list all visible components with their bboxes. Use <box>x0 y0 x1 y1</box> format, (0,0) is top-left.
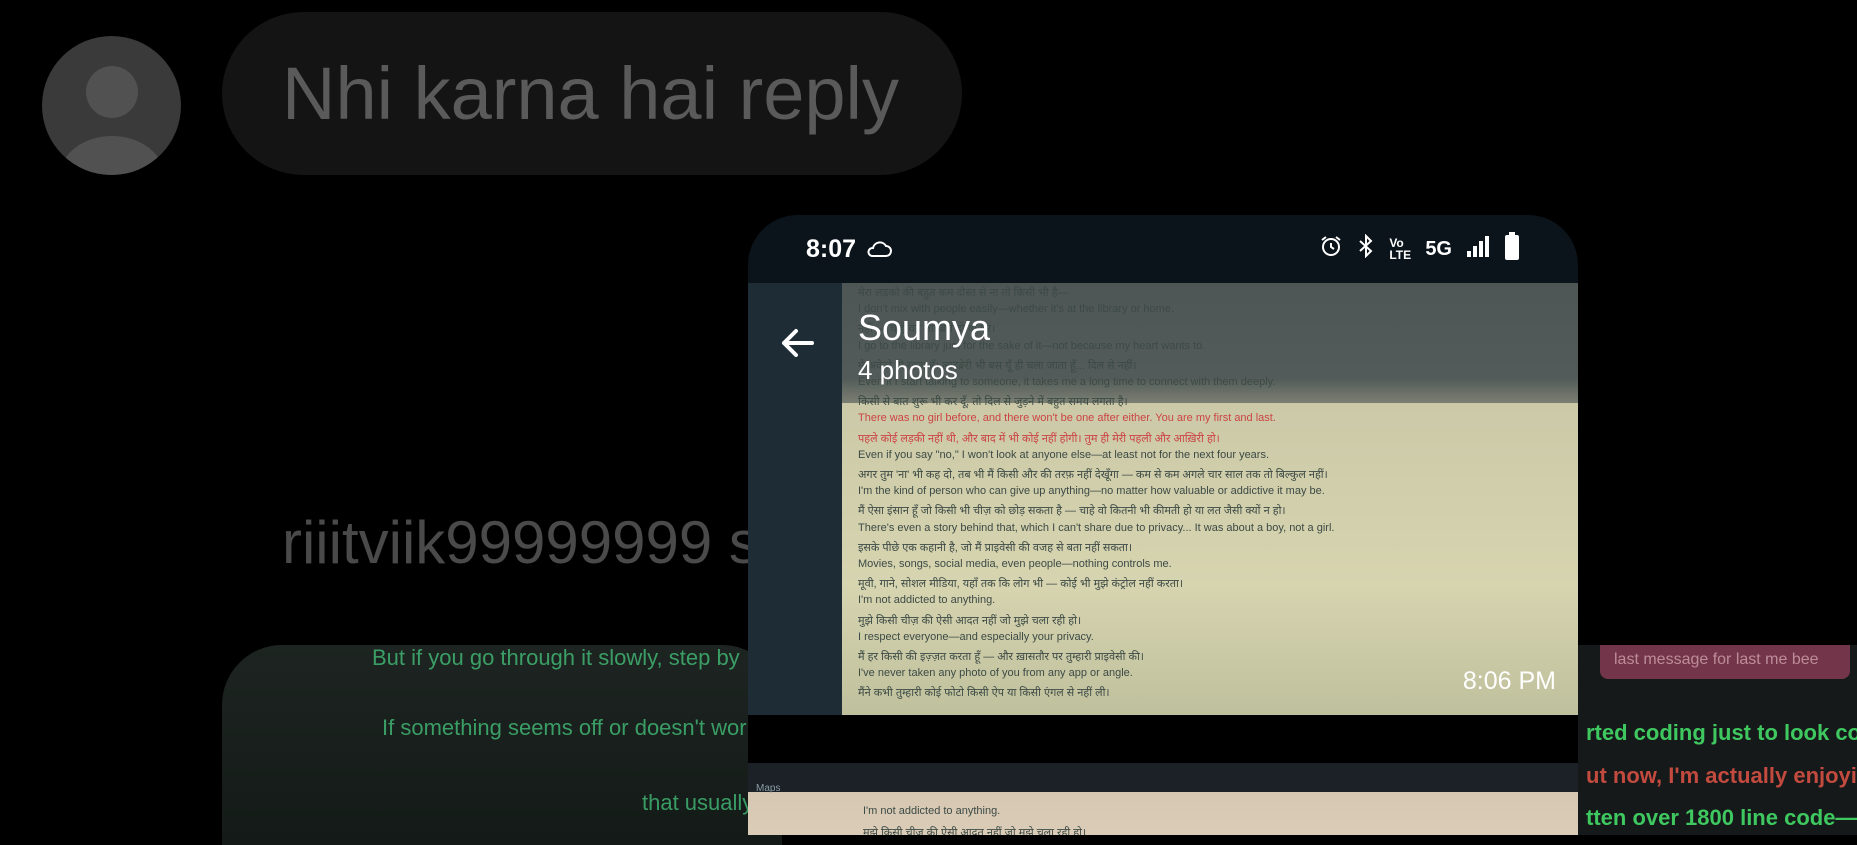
message-bubble[interactable]: Nhi karna hai reply <box>222 12 962 175</box>
alarm-icon <box>1319 234 1343 264</box>
photo-text-line: There's even a story behind that, which … <box>858 521 1335 534</box>
photo-text-line: I'm the kind of person who can give up a… <box>858 485 1325 498</box>
photo-text-line: मैं ऐसा इंसान हूँ जो किसी भी चीज़ को छोड… <box>858 505 1286 518</box>
photo-text-line: I'm not addicted to anything. <box>858 594 996 607</box>
chat-notice: riiitviik99999999 s <box>282 509 759 576</box>
photo-text-line: Movies, songs, social media, even people… <box>858 558 1172 570</box>
cloud-icon <box>866 240 892 258</box>
photo-text-line: But if you go through it slowly, step by <box>372 645 740 670</box>
avatar-head-shape <box>86 66 138 118</box>
network-type: 5G <box>1425 237 1452 260</box>
maps-label: Maps <box>756 783 781 794</box>
photo-text-line: मुझे किसी चीज़ की ऐसी आदत नहीं जो मुझे च… <box>863 827 1087 835</box>
photo-text-line: tten over 1800 line code—ju <box>1586 805 1857 830</box>
photo-text-line: मूवी, गाने, सोशल मीडिया, यहाँ तक कि लोग … <box>858 578 1183 591</box>
photo-text-line: I'm not addicted to anything. <box>863 805 1001 817</box>
message-timestamp: 8:06 PM <box>1462 667 1556 695</box>
status-time: 8:07 <box>806 234 857 263</box>
status-bar: 8:07 Vo LTE 5G <box>748 215 1578 283</box>
photo-text-line: इसके पीछे एक कहानी है, जो मैं प्राइवेसी … <box>858 541 1133 554</box>
photo-text-line: मुझे किसी चीज़ की ऐसी आदत नहीं जो मुझे च… <box>858 614 1082 627</box>
photo-divider <box>748 715 1578 763</box>
bluetooth-icon <box>1357 233 1375 264</box>
photo-text-line: अगर तुम 'ना' भी कह दो, तब भी मैं किसी और… <box>858 469 1328 481</box>
photo-text-line: There was no girl before, and there won'… <box>858 412 1276 425</box>
photo-text-line: मैं हर किसी की इज़्ज़त करता हूँ — और ख़ा… <box>858 651 1144 663</box>
photo-text-line: I've never taken any photo of you from a… <box>858 667 1133 680</box>
photo-text-line: rted coding just to look cool in <box>1586 720 1857 745</box>
photo-viewer-window[interactable]: 8:07 Vo LTE 5G मेरा लड़को की बहुत कम दोस… <box>748 215 1578 835</box>
viewer-header: Soumya 4 photos <box>748 283 1578 403</box>
photo-text-line: Even if you say "no," I won't look at an… <box>858 448 1270 461</box>
photo-text-line: that usually <box>642 790 754 815</box>
message-text: Nhi karna hai reply <box>282 52 899 135</box>
background-photo-message[interactable]: But if you go through it slowly, step by… <box>222 645 782 845</box>
photo-text-line: पहले कोई लड़की नहीं थी, और बाद में भी को… <box>858 432 1220 445</box>
second-photo[interactable]: Maps I'm not addicted to anything. मुझे … <box>748 763 1578 835</box>
avatar[interactable] <box>42 36 181 175</box>
photo-count: 4 photos <box>858 355 958 385</box>
photo-text-line: If something seems off or doesn't work p <box>382 715 776 740</box>
battery-icon <box>1504 232 1520 266</box>
avatar-shoulders-shape <box>60 136 164 175</box>
photo-text-line: ut now, I'm actually enjoying <box>1586 763 1857 788</box>
photo-text-line: मैंने कभी तुम्हारी कोई फोटो किसी ऐप या क… <box>858 687 1110 700</box>
background-photo-right[interactable]: last message for last me bee rted coding… <box>1578 645 1857 835</box>
signal-icon <box>1466 235 1490 263</box>
sender-name: Soumya <box>858 307 991 348</box>
photo-text-line: I respect everyone—and especially your p… <box>858 630 1094 643</box>
volte-icon: Vo LTE <box>1389 236 1412 262</box>
photo-chip-text: last message for last me bee <box>1600 645 1850 679</box>
back-arrow-icon[interactable] <box>778 323 818 363</box>
